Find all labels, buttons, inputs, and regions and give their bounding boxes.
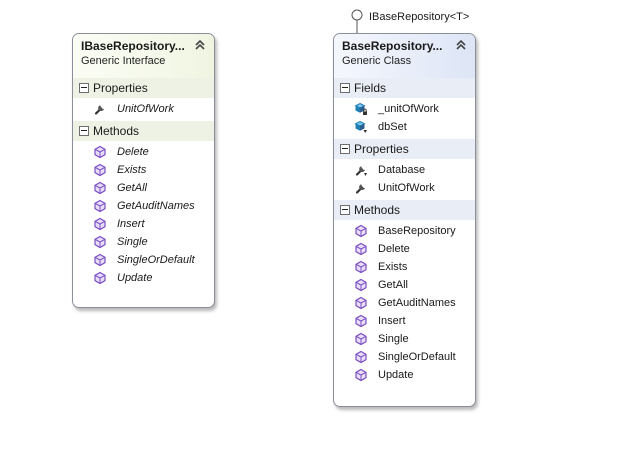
collapse-section-icon[interactable] [79, 83, 89, 93]
collapse-section-icon[interactable] [340, 144, 350, 154]
member-getall[interactable]: GetAll [73, 179, 214, 197]
section-header-properties[interactable]: Properties [73, 78, 214, 98]
section-members-methods: Delete Exists GetAll GetAuditNames Insert Sin… [73, 141, 214, 290]
member-label: Insert [378, 315, 406, 327]
member-single[interactable]: Single [334, 330, 475, 348]
method-icon [355, 350, 367, 364]
method-icon [355, 224, 367, 238]
member-label: SingleOrDefault [378, 351, 456, 363]
interface-shape[interactable]: IBaseRepository... Generic Interface Pro… [72, 33, 215, 308]
member-getauditnames[interactable]: GetAuditNames [73, 197, 214, 215]
method-icon [94, 199, 106, 213]
section-label: Properties [354, 142, 409, 156]
section-members-methods: BaseRepository Delete Exists GetAll GetAudit… [334, 220, 475, 387]
member-exists[interactable]: Exists [73, 161, 214, 179]
member-label: UnitOfWork [117, 103, 174, 115]
member-label: _unitOfWork [378, 103, 439, 115]
property-icon [94, 105, 104, 115]
member-label: GetAll [117, 182, 147, 194]
method-icon [94, 181, 106, 195]
member-getall[interactable]: GetAll [334, 276, 475, 294]
section-header-fields[interactable]: Fields [334, 78, 475, 98]
method-icon [94, 163, 106, 177]
method-icon [355, 278, 367, 292]
member-label: Single [378, 333, 409, 345]
member-label: SingleOrDefault [117, 254, 195, 266]
section-members-properties: Database UnitOfWork [334, 159, 475, 200]
member-label: GetAuditNames [378, 297, 456, 309]
member-baserepository[interactable]: BaseRepository [334, 222, 475, 240]
member-label: Update [378, 369, 414, 381]
section-label: Fields [354, 81, 387, 95]
section-header-methods[interactable]: Methods [73, 121, 214, 141]
member-label: Database [378, 164, 426, 176]
member-exists[interactable]: Exists [334, 258, 475, 276]
collapse-chevron-icon[interactable] [455, 39, 467, 51]
member-label: Exists [378, 261, 408, 273]
member-insert[interactable]: Insert [73, 215, 214, 233]
member-dbset[interactable]: dbSet [334, 118, 475, 136]
member-singleordefault[interactable]: SingleOrDefault [73, 251, 214, 269]
method-icon [355, 332, 367, 346]
member-database[interactable]: Database [334, 161, 475, 179]
method-icon [355, 260, 367, 274]
section-label: Methods [93, 124, 140, 138]
method-icon [94, 271, 106, 285]
member-update[interactable]: Update [334, 366, 475, 384]
private-field-icon [354, 102, 367, 115]
class-shape-kind: Generic Class [342, 55, 412, 67]
implements-label: IBaseRepository<T> [369, 11, 470, 23]
member-unitofwork[interactable]: _unitOfWork [334, 100, 475, 118]
collapse-section-icon[interactable] [79, 126, 89, 136]
member-single[interactable]: Single [73, 233, 214, 251]
member-delete[interactable]: Delete [73, 143, 214, 161]
section-header-properties[interactable]: Properties [334, 139, 475, 159]
member-label: dbSet [378, 121, 407, 133]
member-label: GetAll [378, 279, 408, 291]
collapse-chevron-icon[interactable] [194, 39, 206, 51]
member-label: GetAuditNames [117, 200, 195, 212]
member-label: Insert [117, 218, 145, 230]
member-update[interactable]: Update [73, 269, 214, 287]
member-label: Update [117, 272, 153, 284]
section-members-properties: UnitOfWork [73, 98, 214, 121]
class-shape-header: BaseRepository... Generic Class [334, 34, 475, 78]
class-shape[interactable]: BaseRepository... Generic Class Fields _u… [333, 33, 476, 407]
member-unitofwork[interactable]: UnitOfWork [73, 100, 214, 118]
property-icon [355, 184, 365, 194]
method-icon [94, 145, 106, 159]
member-unitofwork[interactable]: UnitOfWork [334, 179, 475, 197]
method-icon [94, 217, 106, 231]
method-icon [355, 242, 367, 256]
section-members-fields: _unitOfWork dbSet [334, 98, 475, 139]
section-header-methods[interactable]: Methods [334, 200, 475, 220]
member-label: Delete [117, 146, 149, 158]
member-label: Delete [378, 243, 410, 255]
member-getauditnames[interactable]: GetAuditNames [334, 294, 475, 312]
protected-property-icon [355, 166, 367, 176]
method-icon [94, 235, 106, 249]
interface-shape-title: IBaseRepository... [81, 39, 185, 53]
method-icon [355, 368, 367, 382]
collapse-section-icon[interactable] [340, 205, 350, 215]
protected-field-icon [354, 120, 367, 133]
member-label: BaseRepository [378, 225, 456, 237]
collapse-section-icon[interactable] [340, 83, 350, 93]
class-shape-body: Fields _unitOfWork dbSet Properties Database… [334, 78, 475, 393]
method-icon [355, 314, 367, 328]
method-icon [355, 296, 367, 310]
interface-shape-kind: Generic Interface [81, 55, 166, 67]
member-singleordefault[interactable]: SingleOrDefault [334, 348, 475, 366]
member-label: Exists [117, 164, 147, 176]
method-icon [94, 253, 106, 267]
interface-shape-body: Properties UnitOfWork Methods Delete Exists G… [73, 78, 214, 296]
section-label: Properties [93, 81, 148, 95]
interface-shape-header: IBaseRepository... Generic Interface [73, 34, 214, 78]
member-label: Single [117, 236, 148, 248]
section-label: Methods [354, 203, 401, 217]
member-delete[interactable]: Delete [334, 240, 475, 258]
member-label: UnitOfWork [378, 182, 435, 194]
class-shape-title: BaseRepository... [342, 39, 443, 53]
member-insert[interactable]: Insert [334, 312, 475, 330]
